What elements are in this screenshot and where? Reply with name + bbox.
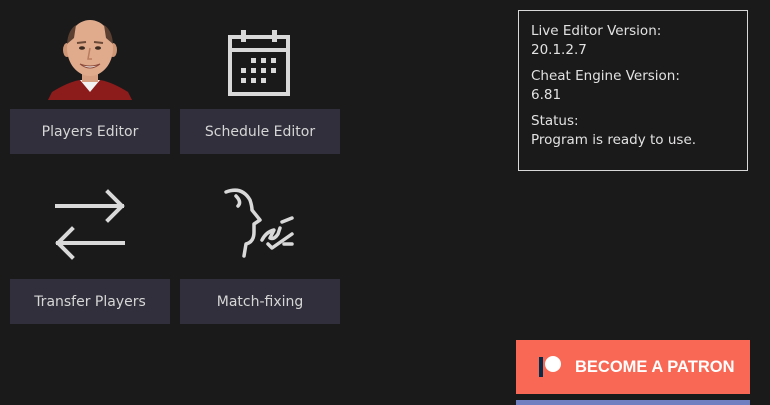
secondary-button-edge[interactable]	[516, 400, 750, 405]
patreon-logo-icon	[539, 356, 563, 378]
schedule-editor-button[interactable]: Schedule Editor	[180, 109, 340, 154]
transfer-arrows-icon	[52, 185, 128, 265]
transfer-players-button[interactable]: Transfer Players	[10, 279, 170, 324]
become-a-patron-button[interactable]: BECOME A PATRON	[516, 340, 750, 394]
cheat-engine-version-value: 6.81	[531, 87, 562, 103]
status-label: Status:	[531, 113, 579, 129]
players-editor-button[interactable]: Players Editor	[10, 109, 170, 154]
status-value: Program is ready to use.	[531, 132, 697, 148]
live-editor-version-label: Live Editor Version:	[531, 23, 662, 39]
version-info-panel: Live Editor Version: 20.1.2.7 Cheat Engi…	[518, 10, 748, 171]
live-editor-main-window: Players Editor Schedule Editor Transfer …	[0, 0, 770, 405]
become-a-patron-label: BECOME A PATRON	[575, 357, 735, 376]
match-fixing-button[interactable]: Match-fixing	[180, 279, 340, 324]
live-editor-version-value: 20.1.2.7	[531, 42, 587, 58]
player-portrait-icon	[44, 14, 136, 100]
calendar-icon	[225, 28, 293, 98]
cheat-engine-version-label: Cheat Engine Version:	[531, 68, 680, 84]
whisper-icon	[222, 186, 298, 262]
